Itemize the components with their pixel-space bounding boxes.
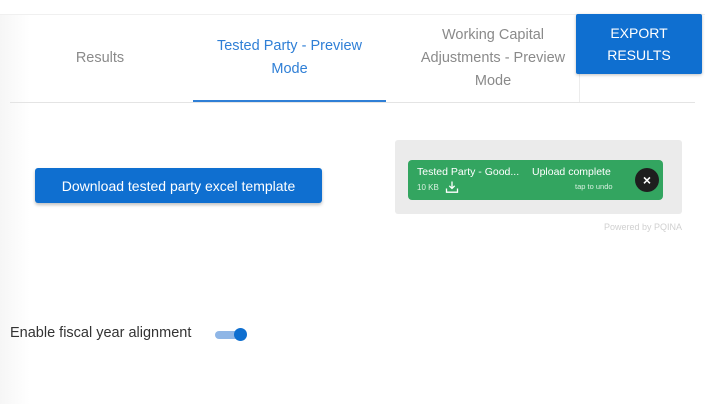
tab-results[interactable]: Results [10, 14, 190, 102]
download-template-label: Download tested party excel template [61, 177, 296, 194]
fiscal-year-alignment-toggle[interactable] [215, 328, 247, 342]
page: Results Tested Party - Preview Mode Work… [0, 0, 705, 404]
export-results-label: EXPORT RESULTS [607, 25, 671, 63]
upload-status-text: Upload complete [532, 166, 611, 178]
remove-file-button[interactable]: × [635, 168, 659, 192]
top-edge [0, 0, 705, 15]
tab-tested-party-preview[interactable]: Tested Party - Preview Mode [193, 14, 386, 102]
download-template-button[interactable]: Download tested party excel template [35, 168, 322, 203]
powered-by-link[interactable]: Powered by PQINA [560, 222, 682, 232]
download-icon[interactable] [445, 180, 459, 194]
tab-working-capital-label: Working Capital Adjustments - Preview Mo… [420, 26, 566, 89]
close-icon: × [642, 172, 652, 188]
export-results-button[interactable]: EXPORT RESULTS [576, 14, 702, 74]
uploaded-file-size: 10 KB [417, 183, 439, 192]
uploaded-file-item: Tested Party - Good... 10 KB Upload comp… [408, 160, 663, 200]
tab-tested-party-label: Tested Party - Preview Mode [216, 38, 363, 77]
fiscal-year-alignment-label: Enable fiscal year alignment [10, 325, 192, 341]
file-upload-panel[interactable]: Tested Party - Good... 10 KB Upload comp… [395, 140, 682, 214]
tab-results-label: Results [75, 49, 125, 66]
uploaded-file-name: Tested Party - Good... [417, 166, 520, 178]
undo-hint[interactable]: tap to undo [575, 182, 613, 191]
tab-working-capital-preview[interactable]: Working Capital Adjustments - Preview Mo… [398, 14, 588, 102]
toggle-thumb [234, 328, 247, 341]
